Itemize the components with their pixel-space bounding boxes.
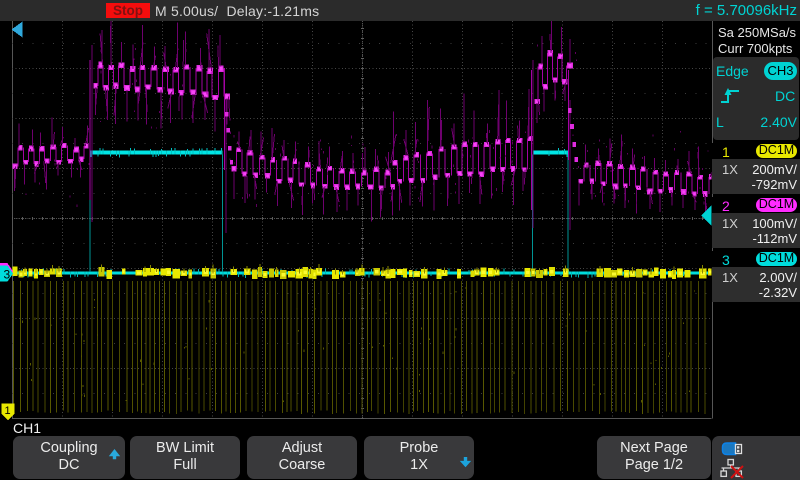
svg-text:1: 1 [5,405,11,417]
svg-text:3: 3 [4,268,11,282]
